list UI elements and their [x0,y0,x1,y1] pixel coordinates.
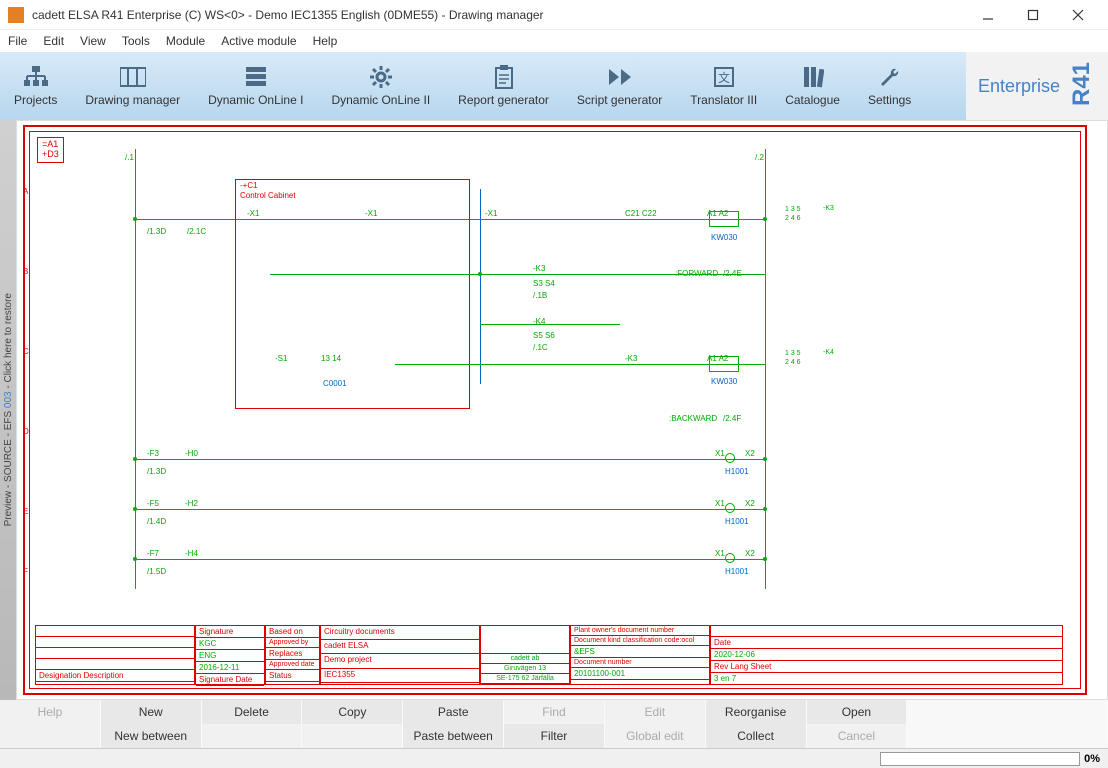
drawing-frame: =A1 +D3 A B C D E F -+C1 Control Cabinet [23,125,1087,695]
server-icon [242,65,270,89]
tb-catalogue[interactable]: Catalogue [771,52,854,120]
drawing-canvas[interactable]: =A1 +D3 A B C D E F -+C1 Control Cabinet [16,120,1108,700]
tb-label: Script generator [577,93,662,107]
tb-script-generator[interactable]: Script generator [563,52,676,120]
svg-text:文: 文 [718,70,730,85]
action-buttons: Help New Delete Copy Paste Find Edit Reo… [0,700,1108,748]
sidebar-text: Preview - SOURCE - EFS 003 - Click here … [3,293,14,526]
wrench-icon [876,65,904,89]
tb-settings[interactable]: Settings [854,52,925,120]
btn-open[interactable]: Open [807,700,908,724]
btn-spacer [907,700,1108,724]
menubar: File Edit View Tools Module Active modul… [0,30,1108,52]
menu-active-module[interactable]: Active module [221,34,296,48]
control-cabinet-box [235,179,470,409]
tb-label: Catalogue [785,93,840,107]
btn-help[interactable]: Help [0,700,101,724]
btn-find[interactable]: Find [504,700,605,724]
maximize-button[interactable] [1010,1,1055,29]
btn-new[interactable]: New [101,700,202,724]
tb-report-generator[interactable]: Report generator [444,52,563,120]
titlebar: cadett ELSA R41 Enterprise (C) WS<0> - D… [0,0,1108,30]
tb-label: Drawing manager [85,93,180,107]
menu-module[interactable]: Module [166,34,205,48]
window-title: cadett ELSA R41 Enterprise (C) WS<0> - D… [32,8,965,22]
btn-cancel[interactable]: Cancel [807,724,908,748]
toolbar: Projects Drawing manager Dynamic OnLine … [0,52,1108,120]
translate-icon: 文 [710,65,738,89]
books-icon [799,65,827,89]
btn-reorganise[interactable]: Reorganise [706,700,807,724]
schematic: -+C1 Control Cabinet /.1 /.2 /1.3D /2.1C… [65,139,1065,623]
btn-edit[interactable]: Edit [605,700,706,724]
btn-empty [0,724,101,748]
app-icon [8,7,24,23]
statusbar: 0% [0,748,1108,768]
brand-version: R41 [1068,78,1096,106]
btn-collect[interactable]: Collect [706,724,807,748]
tb-label: Settings [868,93,911,107]
btn-spacer [907,724,1108,748]
btn-copy[interactable]: Copy [302,700,403,724]
tb-projects[interactable]: Projects [0,52,71,120]
close-button[interactable] [1055,1,1100,29]
menu-tools[interactable]: Tools [122,34,150,48]
btn-filter[interactable]: Filter [504,724,605,748]
btn-global-edit[interactable]: Global edit [605,724,706,748]
gear-icon [367,65,395,89]
btn-empty [302,724,403,748]
menu-help[interactable]: Help [313,34,338,48]
tb-dynamic-online-2[interactable]: Dynamic OnLine II [317,52,444,120]
btn-new-between[interactable]: New between [101,724,202,748]
btn-paste-between[interactable]: Paste between [403,724,504,748]
tb-dynamic-online-1[interactable]: Dynamic OnLine I [194,52,317,120]
sheet-annotation: =A1 +D3 [37,137,64,163]
title-block: Designation Description Signature KGC EN… [35,625,1063,685]
tb-label: Translator III [690,93,757,107]
menu-view[interactable]: View [80,34,106,48]
btn-paste[interactable]: Paste [403,700,504,724]
progress-pct: 0% [1084,753,1100,765]
tb-label: Dynamic OnLine II [331,93,430,107]
brand-badge: Enterprise R41 [966,52,1108,120]
minimize-button[interactable] [965,1,1010,29]
tb-drawing-manager[interactable]: Drawing manager [71,52,194,120]
hierarchy-icon [22,65,50,89]
menu-file[interactable]: File [8,34,27,48]
btn-empty [202,724,303,748]
tb-label: Dynamic OnLine I [208,93,303,107]
tb-label: Report generator [458,93,549,107]
play-icon [606,65,634,89]
menu-edit[interactable]: Edit [43,34,64,48]
clipboard-icon [490,65,518,89]
tb-translator[interactable]: 文 Translator III [676,52,771,120]
preview-sidebar[interactable]: Preview - SOURCE - EFS 003 - Click here … [0,120,16,700]
btn-delete[interactable]: Delete [202,700,303,724]
layout-icon [119,65,147,89]
tb-label: Projects [14,93,57,107]
brand-text: Enterprise [978,76,1060,97]
